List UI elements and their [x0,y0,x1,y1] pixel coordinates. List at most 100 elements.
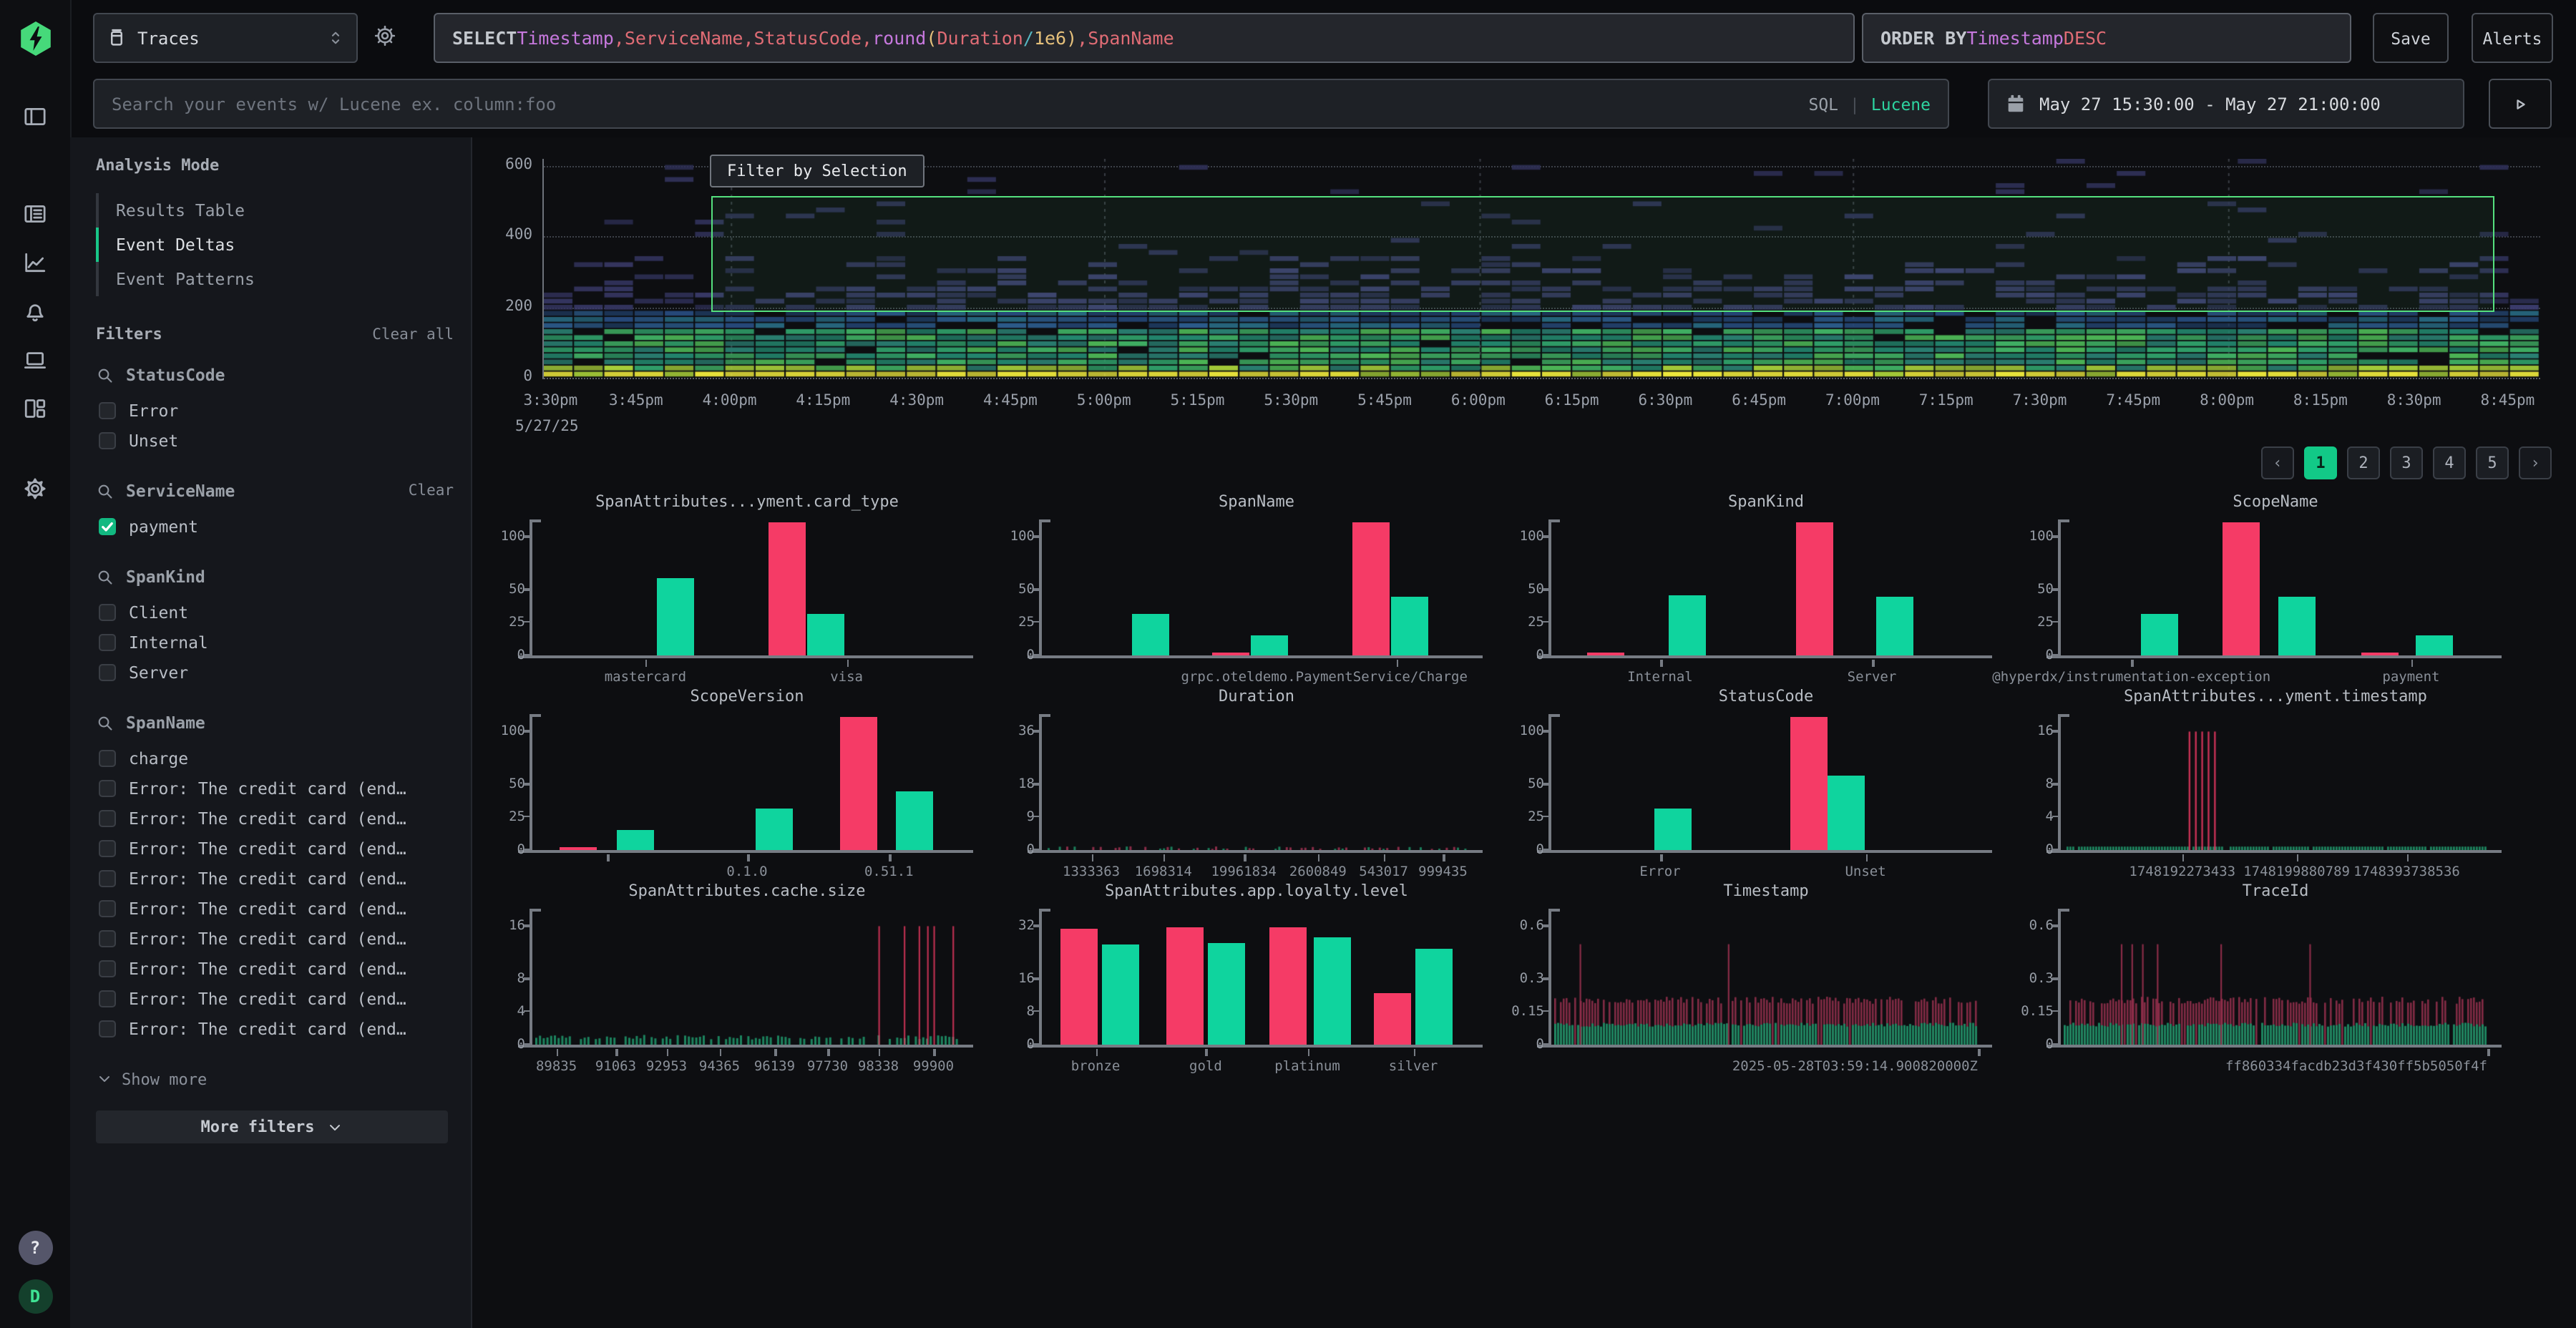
checkbox[interactable] [99,990,116,1007]
y-axis-hook [2058,714,2069,716]
run-query-button[interactable] [2489,79,2552,129]
checkbox[interactable] [99,401,116,419]
filter-option[interactable]: Error: The credit card (end… [96,773,454,803]
checkbox-checked[interactable] [99,517,116,534]
filter-panel: Analysis Mode Results TableEvent DeltasE… [70,137,472,1328]
bar-green [807,614,844,655]
settings-gear-icon[interactable] [16,469,54,507]
avatar[interactable]: D [18,1279,52,1314]
filter-option[interactable]: Error: The credit card (end… [96,953,454,983]
x-axis-tick [827,1049,829,1056]
clear-filter-link[interactable]: Clear [409,482,454,499]
more-filters-button[interactable]: More filters [96,1110,448,1143]
checkbox[interactable] [99,809,116,826]
checkbox[interactable] [99,960,116,977]
alerts-bell-icon[interactable] [16,292,54,329]
checkbox[interactable] [99,869,116,887]
search-icon[interactable] [96,713,114,732]
orderby-query-input[interactable]: ORDER BY Timestamp DESC [1862,13,2351,63]
bar-green [2278,597,2316,655]
mini-chart-spanattributes-yment-timestamp: SpanAttributes...yment.timestamp04816174… [2001,687,2510,882]
filter-option[interactable]: Client [96,597,454,627]
filter-option[interactable]: Error: The credit card (end… [96,803,454,833]
checkbox[interactable] [99,749,116,766]
select-query-input[interactable]: SELECT Timestamp,ServiceName,StatusCode,… [434,13,1855,63]
y-axis-hook [530,714,541,716]
y-axis-tick-label: 50 [1528,776,1544,792]
checkbox[interactable] [99,603,116,620]
date-range-picker[interactable]: May 27 15:30:00 - May 27 21:00:00 [1988,79,2464,129]
filter-option[interactable]: Error: The credit card (end… [96,893,454,923]
analysis-mode-results-table[interactable]: Results Table [96,193,454,228]
checkbox[interactable] [99,839,116,856]
filter-option[interactable]: Server [96,657,454,687]
x-axis-tick-label: visa [830,670,863,685]
show-more-toggle[interactable]: Show more [96,1065,454,1093]
checkbox[interactable] [99,663,116,680]
filter-group-name: StatusCode [126,365,225,385]
search-placeholder: Search your events w/ Lucene ex. column:… [112,94,556,114]
filters-title: Filters [96,325,162,343]
filter-option[interactable]: Unset [96,425,454,455]
checkbox[interactable] [99,431,116,449]
checkbox[interactable] [99,929,116,947]
y-axis-line [1548,909,1551,1046]
filter-option[interactable]: Error: The credit card (end… [96,863,454,893]
y-axis-tick-label: 25 [2037,614,2054,630]
chart-line-icon[interactable] [16,243,54,280]
checkbox[interactable] [99,899,116,917]
mini-chart-spanattributes-cache-size: SpanAttributes.cache.size048168983591063… [472,882,982,1076]
x-axis-tick [608,854,610,861]
y-axis-tick [1033,1044,1039,1046]
filter-option[interactable]: Error: The credit card (end… [96,983,454,1013]
filter-option[interactable]: Internal [96,627,454,657]
x-axis-tick [933,1049,935,1056]
logo-icon[interactable] [16,20,54,57]
filter-option[interactable]: payment [96,511,454,541]
y-axis-tick-label: 0.15 [2021,1003,2054,1019]
x-axis-tick [2297,854,2299,861]
alerts-button[interactable]: Alerts [2472,13,2553,63]
filter-option[interactable]: Error: The credit card (end… [96,1013,454,1043]
search-logs-icon[interactable] [16,195,54,232]
help-button[interactable]: ? [18,1231,52,1265]
y-axis-tick-label: 18 [1018,776,1035,792]
analysis-mode-event-deltas[interactable]: Event Deltas [96,228,454,262]
bar-green [2140,614,2177,655]
x-axis-line [1537,1045,1992,1048]
save-button[interactable]: Save [2373,13,2449,63]
checkbox[interactable] [99,779,116,796]
y-axis-hook [530,909,541,911]
y-axis-tick [1033,978,1039,980]
y-axis-tick [524,783,530,786]
y-axis-tick-label: 36 [1018,723,1035,739]
play-icon [2510,94,2530,114]
lucene-toggle[interactable]: Lucene [1871,94,1931,114]
query-token: SELECT [452,27,517,49]
checkbox[interactable] [99,633,116,650]
search-input[interactable]: Search your events w/ Lucene ex. column:… [93,79,1949,129]
x-axis-tick [645,660,648,667]
y-axis-tick [1543,1044,1548,1046]
filter-option[interactable]: charge [96,743,454,773]
source-settings-gear-icon[interactable] [374,24,396,47]
x-axis-tick-label: 1698314 [1135,864,1192,880]
search-icon[interactable] [96,567,114,586]
filter-option[interactable]: Error: The credit card (end… [96,923,454,953]
search-icon[interactable] [96,366,114,384]
analysis-mode-event-patterns[interactable]: Event Patterns [96,262,454,296]
dashboards-icon[interactable] [16,389,54,426]
filter-option[interactable]: Error [96,395,454,425]
filter-by-selection-button[interactable]: Filter by Selection [710,155,924,187]
clear-all-link[interactable]: Clear all [372,326,454,343]
x-axis-tick [889,854,891,861]
sql-toggle[interactable]: SQL [1808,94,1838,114]
panels-icon[interactable] [16,97,54,135]
source-selector[interactable]: Traces [93,13,358,63]
y-axis-line [1039,714,1041,851]
bar-green [1877,597,1914,655]
checkbox[interactable] [99,1020,116,1037]
filter-option[interactable]: Error: The credit card (end… [96,833,454,863]
sessions-laptop-icon[interactable] [16,341,54,378]
search-icon[interactable] [96,482,114,500]
